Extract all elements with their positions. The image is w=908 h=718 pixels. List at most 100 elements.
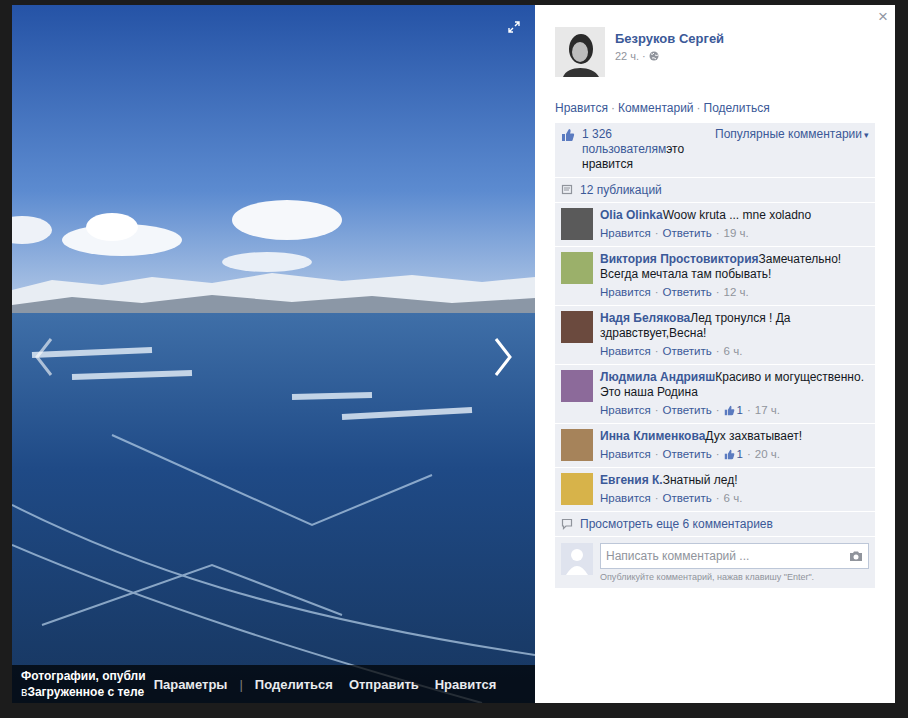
camera-icon[interactable] bbox=[849, 550, 863, 562]
thumbs-up-icon bbox=[724, 449, 735, 460]
comment-body: Olia OlinkaWoow kruta ... mne xoladno Нра… bbox=[600, 208, 811, 241]
comment-like[interactable]: Нравится bbox=[600, 226, 651, 241]
separator: · bbox=[716, 491, 720, 506]
post-time[interactable]: 22 ч. bbox=[615, 50, 639, 62]
comment-reply[interactable]: Ответить bbox=[663, 285, 712, 300]
comment-text: Виктория ПростовикторияЗамечательно!Всег… bbox=[600, 252, 869, 282]
comment-text: Olia OlinkaWoow kruta ... mne xoladno bbox=[600, 208, 811, 223]
comment: Виктория ПростовикторияЗамечательно!Всег… bbox=[555, 246, 875, 305]
separator: · bbox=[716, 403, 720, 418]
comment: Евгения К.Знатный лед!Нравится·Ответить·… bbox=[555, 467, 875, 511]
commenter-avatar[interactable] bbox=[561, 252, 593, 284]
commenter-name[interactable]: Людмила Андрияш bbox=[600, 370, 715, 384]
expand-icon[interactable] bbox=[508, 21, 520, 33]
composer-hint: Опубликуйте комментарий, нажав клавишу "… bbox=[600, 572, 869, 582]
author-name[interactable]: Безруков Сергей bbox=[615, 31, 724, 46]
shares-icon bbox=[561, 184, 573, 196]
comment-input[interactable]: Написать комментарий ... bbox=[600, 543, 869, 569]
separator: · bbox=[697, 101, 701, 115]
comment-like[interactable]: Нравится bbox=[600, 491, 651, 506]
post-meta: 22 ч.· bbox=[615, 50, 724, 62]
photo-caption: Фотографии, опубливЗагруженное с теле bbox=[12, 666, 154, 702]
separator: · bbox=[611, 101, 615, 115]
close-button[interactable]: × bbox=[878, 7, 888, 27]
comment: Инна КлименковаДух захватывает!Нравится·… bbox=[555, 423, 875, 467]
comment-likes[interactable]: 1 bbox=[724, 403, 743, 418]
side-panel: ×Безруков Сергей22 ч.·Нравится·Комментар… bbox=[535, 5, 895, 703]
comment-like[interactable]: Нравится bbox=[600, 285, 651, 300]
commenter-name[interactable]: Евгения К. bbox=[600, 473, 663, 487]
photo-action[interactable]: Параметры bbox=[154, 677, 228, 692]
post-action[interactable]: Комментарий bbox=[618, 101, 694, 115]
more-comments-link[interactable]: Просмотреть еще 6 комментариев bbox=[580, 517, 773, 531]
comment-body: Инна КлименковаДух захватывает!Нравится·… bbox=[600, 429, 802, 462]
commenter-name[interactable]: Виктория Простовиктория bbox=[600, 252, 759, 266]
separator: · bbox=[655, 447, 659, 462]
caption-line: вЗагруженное с теле bbox=[21, 684, 146, 700]
comment-body: Виктория ПростовикторияЗамечательно!Всег… bbox=[600, 252, 869, 300]
photo-action[interactable]: Нравится bbox=[435, 677, 497, 692]
comment-time[interactable]: 12 ч. bbox=[724, 285, 749, 300]
commenter-avatar[interactable] bbox=[561, 208, 593, 240]
commenter-name[interactable]: Olia Olinka bbox=[600, 208, 663, 222]
comment-time[interactable]: 6 ч. bbox=[724, 344, 743, 359]
shares-row: 12 публикаций bbox=[555, 177, 875, 202]
separator: · bbox=[716, 285, 720, 300]
previous-arrow-icon[interactable] bbox=[34, 337, 54, 377]
page: Фотографии, опубливЗагруженное с телеПар… bbox=[0, 0, 908, 718]
default-avatar-icon bbox=[561, 543, 593, 575]
thumbs-up-icon bbox=[724, 405, 735, 416]
comment-like[interactable]: Нравится bbox=[600, 403, 651, 418]
commenter-avatar[interactable] bbox=[561, 473, 593, 505]
commenter-name[interactable]: Надя Белякова bbox=[600, 311, 690, 325]
shares-link[interactable]: 12 публикаций bbox=[580, 183, 662, 197]
photo-viewer: Фотографии, опубливЗагруженное с телеПар… bbox=[12, 5, 895, 703]
post-action[interactable]: Нравится bbox=[555, 101, 608, 115]
album-link[interactable]: Загруженное с теле bbox=[27, 685, 144, 699]
comment-reply[interactable]: Ответить bbox=[663, 491, 712, 506]
commenter-name[interactable]: Инна Клименкова bbox=[600, 429, 705, 443]
comment-time[interactable]: 19 ч. bbox=[724, 226, 749, 241]
comment-reply[interactable]: Ответить bbox=[663, 226, 712, 241]
comment-actions: Нравится·Ответить·6 ч. bbox=[600, 491, 742, 506]
post-header: Безруков Сергей 22 ч.· bbox=[555, 27, 875, 77]
separator: · bbox=[655, 344, 659, 359]
author-photo-icon bbox=[555, 27, 605, 77]
commenter-avatar[interactable] bbox=[561, 370, 593, 402]
caption-prefix: в bbox=[21, 685, 27, 699]
globe-icon bbox=[649, 51, 659, 61]
separator: · bbox=[747, 447, 751, 462]
photo-action[interactable]: Отправить bbox=[349, 677, 419, 692]
comment: Людмила АндрияшКрасиво и могущественно. … bbox=[555, 364, 875, 423]
comment-message: Знатный лед! bbox=[663, 473, 738, 487]
comment-actions: Нравится·Ответить·6 ч. bbox=[600, 344, 869, 359]
comment-reply[interactable]: Ответить bbox=[663, 344, 712, 359]
comment-reply[interactable]: Ответить bbox=[663, 403, 712, 418]
comment-composer: Написать комментарий ... Опубликуйте комм… bbox=[555, 536, 875, 588]
commenter-avatar[interactable] bbox=[561, 311, 593, 343]
divider: | bbox=[239, 677, 242, 692]
comment-actions: Нравится · Ответить · 1 · 17 ч. bbox=[600, 403, 869, 418]
likes-link[interactable]: 1 326 пользователям bbox=[582, 127, 666, 156]
commenter-avatar[interactable] bbox=[561, 429, 593, 461]
comment-actions: Нравится·Ответить·12 ч. bbox=[600, 285, 869, 300]
thumbs-up-icon bbox=[561, 128, 575, 142]
author-info: Безруков Сергей 22 ч.· bbox=[615, 27, 724, 77]
post-action[interactable]: Поделиться bbox=[704, 101, 770, 115]
comment-time[interactable]: 6 ч. bbox=[724, 491, 743, 506]
comment-time[interactable]: 20 ч. bbox=[755, 447, 780, 462]
separator: · bbox=[716, 447, 720, 462]
author-avatar[interactable] bbox=[555, 27, 605, 77]
photo-action[interactable]: Поделиться bbox=[255, 677, 333, 692]
post-actions: Нравится·Комментарий·Поделиться bbox=[555, 101, 875, 115]
sort-dropdown[interactable]: Популярные комментарии▾ bbox=[715, 127, 869, 141]
comment-likes[interactable]: 1 bbox=[724, 447, 743, 462]
separator: · bbox=[655, 403, 659, 418]
comment-time[interactable]: 17 ч. bbox=[755, 403, 780, 418]
next-arrow-icon[interactable] bbox=[493, 337, 513, 377]
comment-reply[interactable]: Ответить bbox=[663, 447, 712, 462]
comment-like[interactable]: Нравится bbox=[600, 344, 651, 359]
comments-icon bbox=[561, 518, 573, 530]
separator: · bbox=[747, 403, 751, 418]
comment-like[interactable]: Нравится bbox=[600, 447, 651, 462]
